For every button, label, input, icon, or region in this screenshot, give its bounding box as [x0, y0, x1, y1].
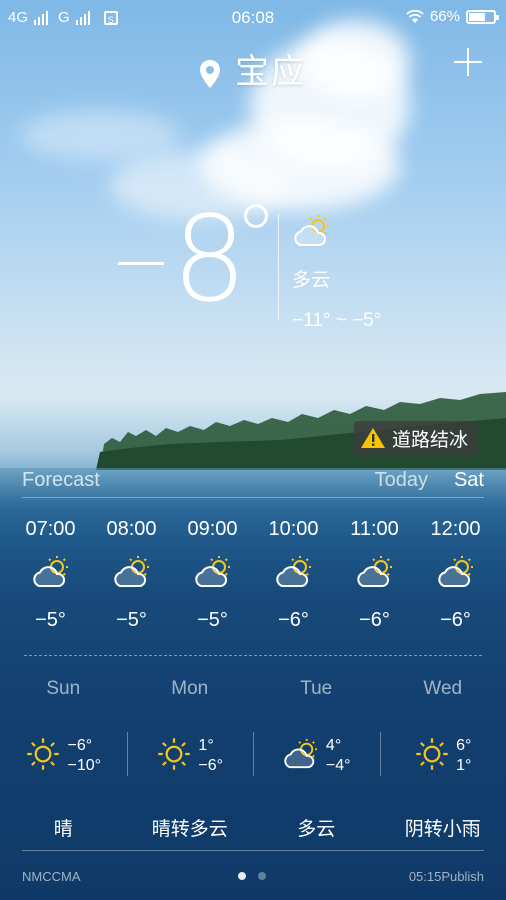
wifi-icon	[406, 9, 424, 23]
hour-temp: −5°	[116, 609, 147, 631]
sun-icon	[414, 736, 450, 777]
page-dot	[258, 872, 266, 880]
sun-icon	[25, 736, 61, 777]
hour-temp: −6°	[278, 609, 309, 631]
hourly-forecast: 07:00 −5° 08:00 −5° 09:00 −5° 10:00 −6° 11:0…	[10, 518, 496, 632]
current-range: −11° ~ −5°	[292, 310, 382, 331]
location-pin-icon	[200, 60, 220, 89]
partly-cloudy-icon	[294, 215, 329, 246]
hour-temp: −5°	[35, 609, 66, 631]
day-high: 4°	[325, 737, 342, 754]
partly-cloudy-icon	[334, 555, 415, 593]
day-name: Mon	[171, 678, 209, 699]
current-condition: 多云	[292, 270, 331, 291]
day-high: 1°	[198, 737, 214, 754]
day-low: 1°	[456, 757, 472, 774]
partly-cloudy-icon	[10, 555, 91, 593]
hour-time: 11:00	[350, 518, 399, 540]
day-high: 6°	[456, 737, 472, 754]
sun-icon	[156, 736, 192, 777]
forecast-title: Forecast	[22, 469, 100, 491]
partly-cloudy-icon	[282, 738, 320, 775]
partly-cloudy-icon	[91, 555, 172, 593]
publish-time: 05:15Publish	[408, 869, 484, 884]
day-name: Wed	[423, 678, 463, 699]
battery-icon	[466, 9, 499, 24]
hour-item: 11:00 −6°	[334, 518, 415, 632]
day-high: −6°	[67, 737, 93, 754]
day-low: −4°	[325, 757, 351, 774]
day-desc: 多云	[297, 819, 336, 840]
hour-item: 12:00 −6°	[415, 518, 496, 632]
city-selector[interactable]: 宝应	[0, 44, 506, 93]
day-low: −10°	[67, 757, 102, 774]
page-dot-active	[238, 872, 246, 880]
partly-cloudy-icon	[253, 555, 334, 593]
partly-cloudy-icon	[415, 555, 496, 593]
current-details: 多云 −11° ~ −5°	[292, 214, 381, 332]
tab-sat[interactable]: Sat	[454, 469, 484, 492]
day-low: −6°	[198, 757, 224, 774]
day-item: Tue 4° −4° 多云	[253, 678, 380, 841]
weather-alert[interactable]: 道路结冰	[354, 421, 479, 455]
hour-item: 07:00 −5°	[10, 518, 91, 632]
minus-sign	[118, 262, 164, 266]
page-indicator[interactable]	[238, 872, 266, 880]
hour-temp: −6°	[359, 609, 390, 631]
hour-time: 12:00	[430, 518, 481, 540]
current-temperature: 8	[118, 200, 268, 318]
weather-screen: 4G G S 06:08 66% 宝应 8 多云 −11° ~ −5° 道路结冰…	[0, 0, 506, 900]
add-city-button[interactable]	[454, 48, 482, 76]
hour-item: 09:00 −5°	[172, 518, 253, 632]
day-item: Wed 6° 1° 阴转小雨	[379, 678, 506, 841]
city-name: 宝应	[235, 53, 307, 91]
partly-cloudy-icon	[172, 555, 253, 593]
day-item: Mon 1° −6° 晴转多云	[126, 678, 254, 841]
cloud-shape	[20, 110, 180, 160]
hour-time: 07:00	[25, 518, 76, 540]
alert-text: 道路结冰	[392, 429, 469, 451]
tab-today[interactable]: Today	[375, 469, 428, 492]
hour-item: 08:00 −5°	[91, 518, 172, 632]
hour-time: 10:00	[268, 518, 319, 540]
day-name: Sun	[46, 678, 81, 699]
degree-symbol	[244, 204, 268, 228]
status-bar: 4G G S 06:08 66%	[0, 0, 506, 36]
data-source: NMCCMA	[22, 869, 81, 884]
current-temp-value: 8	[172, 190, 247, 328]
hour-temp: −6°	[440, 609, 471, 631]
hour-time: 09:00	[187, 518, 238, 540]
vertical-divider	[278, 214, 279, 320]
day-desc: 阴转小雨	[404, 819, 481, 840]
daily-forecast: Sun −6° −10° 晴 Mon 1° −6° 晴转多云 Tue 4° −4° 多…	[0, 678, 506, 841]
dashed-divider	[24, 655, 482, 656]
header: 宝应	[0, 44, 506, 94]
forecast-header: Forecast Today Sat	[22, 469, 484, 498]
hour-item: 10:00 −6°	[253, 518, 334, 632]
battery-percent: 66%	[429, 8, 460, 25]
footer-divider	[22, 850, 484, 851]
hour-time: 08:00	[106, 518, 157, 540]
warning-icon	[361, 428, 385, 448]
day-desc: 晴转多云	[151, 819, 228, 840]
hour-temp: −5°	[197, 609, 228, 631]
day-item: Sun −6° −10° 晴	[0, 678, 127, 841]
day-desc: 晴	[53, 819, 73, 840]
day-name: Tue	[300, 678, 333, 699]
